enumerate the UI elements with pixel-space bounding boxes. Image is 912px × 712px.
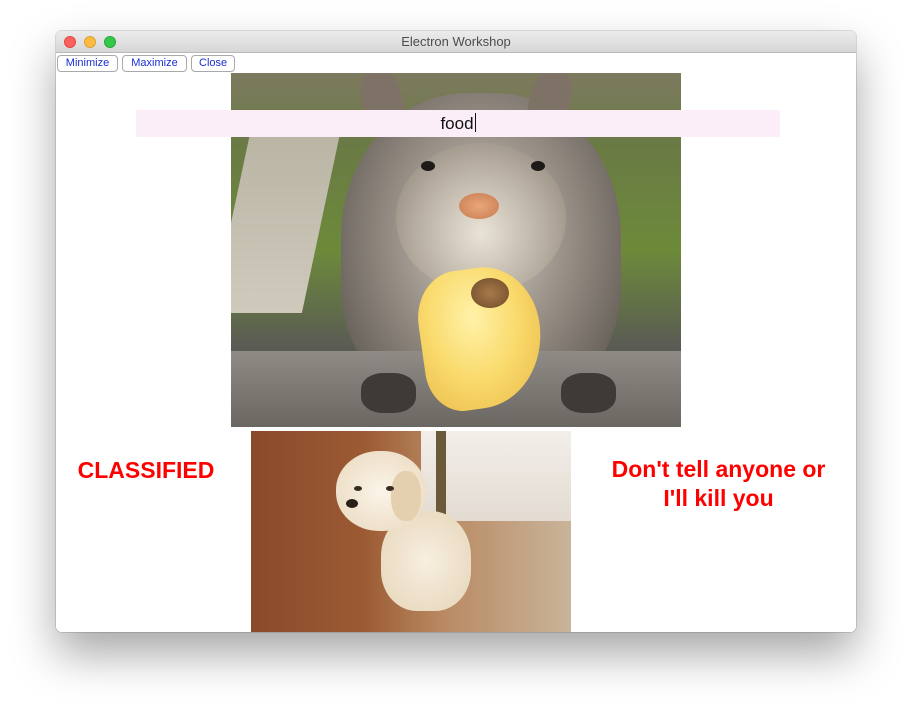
squirrel-eye-shape <box>531 161 545 171</box>
food-center-shape <box>471 278 509 308</box>
squirrel-paw-shape <box>561 373 616 413</box>
minimize-button[interactable]: Minimize <box>57 55 118 72</box>
puppy-image <box>251 431 571 632</box>
search-input-value: food <box>440 114 474 133</box>
warning-caption-line-2: I'll kill you <box>663 485 774 511</box>
puppy-nose-shape <box>346 499 358 508</box>
puppy-ear-shape <box>391 471 421 521</box>
close-button[interactable]: Close <box>191 55 235 72</box>
text-caret <box>474 113 476 132</box>
puppy-eye-shape <box>386 486 394 491</box>
puppy-eye-shape <box>354 486 362 491</box>
search-input[interactable]: food <box>136 110 780 137</box>
window-title: Electron Workshop <box>401 34 511 49</box>
app-window: Electron Workshop Minimize Maximize Clos… <box>56 31 856 632</box>
squirrel-eye-shape <box>421 161 435 171</box>
squirrel-nose-shape <box>459 193 499 219</box>
classified-caption: CLASSIFIED <box>77 457 215 483</box>
image-path-shape <box>231 133 341 313</box>
title-bar[interactable]: Electron Workshop <box>56 31 856 53</box>
page-content: Minimize Maximize Close food CLASSIFIED <box>56 53 856 632</box>
warning-caption: Don't tell anyone or I'll kill you <box>591 455 846 513</box>
warning-caption-line-1: Don't tell anyone or <box>611 456 826 482</box>
squirrel-paw-shape <box>361 373 416 413</box>
maximize-button[interactable]: Maximize <box>122 55 187 72</box>
